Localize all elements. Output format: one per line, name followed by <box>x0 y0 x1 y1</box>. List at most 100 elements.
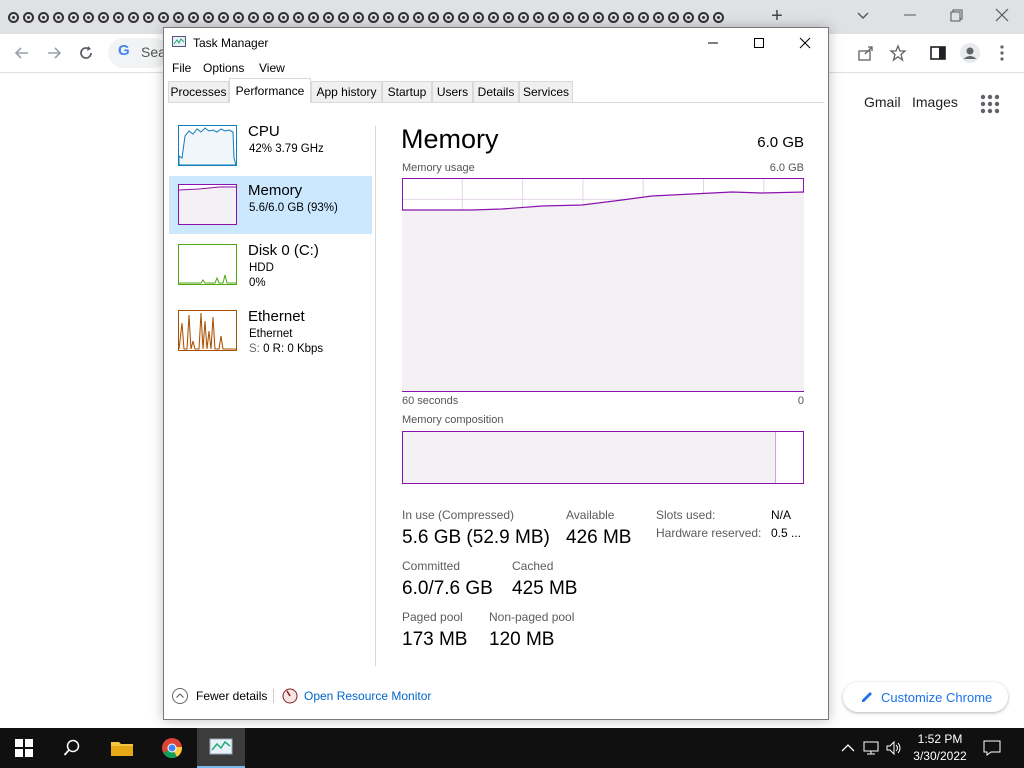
show-hidden-icons-button[interactable] <box>838 738 858 758</box>
side-panel-button[interactable] <box>926 42 950 64</box>
resource-ethernet[interactable]: Ethernet Ethernet S: 0 R: 0 Kbps <box>169 302 372 360</box>
fewer-details-button[interactable]: Fewer details <box>172 685 267 707</box>
pane-divider[interactable] <box>375 126 376 666</box>
chrome-tab[interactable] <box>231 8 246 26</box>
chrome-tab[interactable] <box>696 8 711 26</box>
new-tab-button[interactable]: + <box>766 6 788 28</box>
chrome-tab[interactable] <box>321 8 336 26</box>
chrome-tab[interactable] <box>681 8 696 26</box>
clock-time[interactable]: 1:52 PM <box>904 732 976 746</box>
tab-services[interactable]: Services <box>519 81 573 102</box>
tab-details[interactable]: Details <box>473 81 519 102</box>
chrome-tab[interactable] <box>591 8 606 26</box>
close-button[interactable] <box>782 28 828 58</box>
chrome-tab[interactable] <box>396 8 411 26</box>
chrome-tab[interactable] <box>51 8 66 26</box>
chrome-tab[interactable] <box>21 8 36 26</box>
chrome-tab[interactable] <box>81 8 96 26</box>
chrome-tab[interactable] <box>651 8 666 26</box>
tab-startup[interactable]: Startup <box>382 81 432 102</box>
tab-app-history[interactable]: App history <box>311 81 382 102</box>
chrome-tab[interactable] <box>111 8 126 26</box>
forward-button[interactable] <box>42 42 66 64</box>
chrome-tab[interactable] <box>426 8 441 26</box>
task-manager-taskbar-button[interactable] <box>197 728 245 768</box>
chrome-tab[interactable] <box>126 8 141 26</box>
chrome-tab[interactable] <box>141 8 156 26</box>
chrome-tab[interactable] <box>216 8 231 26</box>
chrome-tab[interactable] <box>561 8 576 26</box>
chrome-tab[interactable] <box>456 8 471 26</box>
panel-title: Memory <box>401 124 499 154</box>
images-link[interactable]: Images <box>912 94 958 110</box>
chrome-tab[interactable] <box>156 8 171 26</box>
chrome-tab[interactable] <box>96 8 111 26</box>
chrome-tab[interactable] <box>276 8 291 26</box>
maximize-button[interactable] <box>736 28 782 58</box>
clock-date[interactable]: 3/30/2022 <box>904 749 976 763</box>
chrome-tab[interactable] <box>306 8 321 26</box>
chrome-tab[interactable] <box>366 8 381 26</box>
chrome-taskbar-button[interactable] <box>148 728 196 768</box>
chrome-tab[interactable] <box>576 8 591 26</box>
chrome-tab[interactable] <box>531 8 546 26</box>
reload-button[interactable] <box>74 42 98 64</box>
notifications-button[interactable] <box>982 738 1002 758</box>
customize-chrome-button[interactable]: Customize Chrome <box>843 682 1008 712</box>
chrome-tab[interactable] <box>291 8 306 26</box>
chrome-tab[interactable] <box>66 8 81 26</box>
tab-search-button[interactable] <box>852 4 874 26</box>
chrome-tab[interactable] <box>711 8 726 26</box>
chrome-tab[interactable] <box>201 8 216 26</box>
chrome-tab[interactable] <box>261 8 276 26</box>
chrome-tab[interactable] <box>546 8 561 26</box>
chrome-tab[interactable] <box>486 8 501 26</box>
chrome-restore-button[interactable] <box>944 4 968 26</box>
resource-disk[interactable]: Disk 0 (C:) HDD 0% <box>169 236 372 294</box>
resource-cpu[interactable]: CPU 42% 3.79 GHz <box>169 117 372 175</box>
chrome-tab[interactable] <box>501 8 516 26</box>
chrome-tab[interactable] <box>411 8 426 26</box>
chrome-tab[interactable] <box>471 8 486 26</box>
chrome-tab[interactable] <box>516 8 531 26</box>
taskbar-search-button[interactable] <box>48 728 96 768</box>
chrome-tab[interactable] <box>606 8 621 26</box>
share-button[interactable] <box>854 42 878 64</box>
chrome-minimize-button[interactable] <box>898 4 922 26</box>
chrome-tab[interactable] <box>351 8 366 26</box>
bookmark-button[interactable] <box>886 42 910 64</box>
chrome-close-button[interactable] <box>990 4 1014 26</box>
menu-options[interactable]: Options <box>203 61 244 75</box>
chrome-tab[interactable] <box>171 8 186 26</box>
chrome-tab[interactable] <box>246 8 261 26</box>
volume-tray-button[interactable] <box>884 738 904 758</box>
back-button[interactable] <box>10 42 34 64</box>
open-resource-monitor-link[interactable]: Open Resource Monitor <box>282 685 431 707</box>
tab-users[interactable]: Users <box>432 81 473 102</box>
chrome-tab[interactable] <box>36 8 51 26</box>
tab-favicon-icon <box>458 11 469 23</box>
title-bar[interactable]: Task Manager <box>164 28 828 58</box>
chrome-tab[interactable] <box>186 8 201 26</box>
chrome-tab[interactable] <box>636 8 651 26</box>
chrome-tab[interactable] <box>621 8 636 26</box>
chrome-tab[interactable] <box>6 8 21 26</box>
chrome-tab[interactable] <box>666 8 681 26</box>
menu-view[interactable]: View <box>259 61 285 75</box>
chrome-tab[interactable] <box>441 8 456 26</box>
tab-processes[interactable]: Processes <box>168 81 229 102</box>
menu-file[interactable]: File <box>172 61 191 75</box>
resource-name: Memory <box>248 182 303 199</box>
file-explorer-button[interactable] <box>98 728 146 768</box>
start-button[interactable] <box>0 728 48 768</box>
chrome-tab[interactable] <box>381 8 396 26</box>
tab-performance[interactable]: Performance <box>229 78 311 103</box>
chrome-menu-button[interactable] <box>990 42 1014 64</box>
profile-button[interactable] <box>958 42 982 64</box>
chrome-tab[interactable] <box>336 8 351 26</box>
google-apps-icon[interactable] <box>980 94 1000 114</box>
minimize-button[interactable] <box>690 28 736 58</box>
resource-memory[interactable]: Memory 5.6/6.0 GB (93%) <box>169 176 372 234</box>
gmail-link[interactable]: Gmail <box>864 94 901 110</box>
network-tray-button[interactable] <box>862 738 882 758</box>
